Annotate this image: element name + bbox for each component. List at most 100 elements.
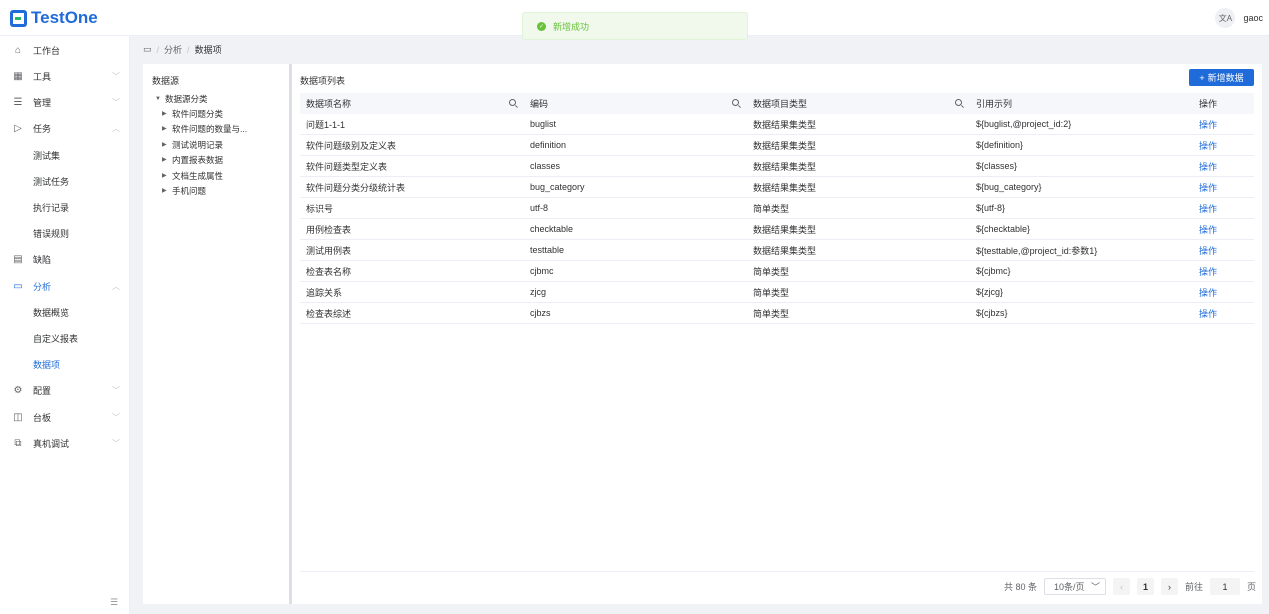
sidebar-item-config[interactable]: ⚙ 配置 ﹀ <box>0 377 130 403</box>
breadcrumb-home-icon[interactable]: ▭ <box>143 44 152 55</box>
table-row: 检查表综述 cjbzs 简单类型 ${cjbzs} 操作 <box>300 303 1254 324</box>
panel-icon: ◫ <box>13 411 23 423</box>
table-row: 软件问题类型定义表 classes 数据结果集类型 ${classes} 操作 <box>300 156 1254 177</box>
sidebar-item-defects[interactable]: ▤ 缺陷 <box>0 246 130 272</box>
operate-link[interactable]: 操作 <box>1199 286 1217 299</box>
sidebar-item-custom-report[interactable]: 自定义报表 <box>0 325 130 351</box>
user-name[interactable]: gaoc <box>1243 13 1263 23</box>
toast-message: 新增成功 <box>553 21 590 32</box>
tree-node[interactable]: ▶ 文档生成属性 <box>162 170 223 181</box>
home-icon: ⌂ <box>14 44 22 56</box>
send-icon: ▷ <box>14 122 22 134</box>
table-row: 追踪关系 zjcg 简单类型 ${zjcg} 操作 <box>300 282 1254 303</box>
row-example: ${cjbzs} <box>976 308 1008 318</box>
page-size-select[interactable]: 10条/页 ﹀ <box>1043 578 1106 595</box>
app-name: TestOne <box>31 8 98 27</box>
search-icon[interactable] <box>955 99 962 106</box>
row-type: 数据结果集类型 <box>753 224 817 235</box>
app-logo[interactable]: TestOne <box>10 8 98 28</box>
row-type: 数据结果集类型 <box>753 119 817 130</box>
search-icon[interactable] <box>509 99 516 106</box>
row-name: 检查表名称 <box>306 266 352 277</box>
column-header-actions: 操作 <box>1199 99 1218 109</box>
sidebar-item-data-items[interactable]: 数据项 <box>0 351 130 377</box>
row-code: classes <box>530 161 561 171</box>
tree-node[interactable]: ▶ 软件问题的数量与... <box>162 123 247 134</box>
table-header: 数据项名称 编码 数据项目类型 引用示列 操作 <box>300 93 1254 114</box>
row-action: 操作 <box>1193 114 1254 134</box>
column-header-name: 数据项名称 <box>300 93 524 114</box>
sidebar-item-panel[interactable]: ◫ 台板 ﹀ <box>0 404 130 430</box>
row-example: ${testtable,@project_id:参数1} <box>976 245 1098 256</box>
operate-link[interactable]: 操作 <box>1199 118 1217 131</box>
next-page-button[interactable]: › <box>1160 578 1178 595</box>
list-title: 数据项列表 <box>300 76 346 86</box>
row-type: 数据结果集类型 <box>753 140 817 151</box>
caret-right-icon: ▶ <box>162 111 167 117</box>
add-data-button[interactable]: + 新增数据 <box>1189 69 1254 86</box>
column-header-code: 编码 <box>524 93 747 114</box>
sidebar-item-test-task[interactable]: 测试任务 <box>0 168 130 194</box>
row-example: ${zjcg} <box>976 287 1004 297</box>
row-name: 软件问题类型定义表 <box>306 161 388 172</box>
row-code: utf-8 <box>530 203 549 213</box>
sidebar-item-task[interactable]: ▷ 任务 ︿ <box>0 115 130 141</box>
row-code: bug_category <box>530 182 585 192</box>
tree-node[interactable]: ▶ 手机问题 <box>162 185 206 196</box>
row-code: testtable <box>530 245 565 255</box>
operate-link[interactable]: 操作 <box>1199 181 1217 194</box>
row-name: 问题1-1-1 <box>306 119 346 130</box>
tree-node[interactable]: ▶ 软件问题分类 <box>162 108 223 119</box>
doc-icon: ▤ <box>13 253 23 265</box>
operate-link[interactable]: 操作 <box>1199 223 1217 236</box>
sidebar-item-error-rules[interactable]: 错误规则 <box>0 220 130 246</box>
tree-node[interactable]: ▶ 内置报表数据 <box>162 154 223 165</box>
header-actions: 文A gaoc <box>1215 8 1263 28</box>
caret-right-icon: ▶ <box>162 188 167 194</box>
table-row: 测试用例表 testtable 数据结果集类型 ${testtable,@projec… <box>300 240 1254 261</box>
sidebar-item-data-overview[interactable]: 数据概览 <box>0 299 130 325</box>
pagination: 共 80 条 10条/页 ﹀ ‹ 1 › 前往 1 页 <box>1004 578 1256 595</box>
table-row: 软件问题级别及定义表 definition 数据结果集类型 ${definition}… <box>300 135 1254 156</box>
table-row: 检查表名称 cjbmc 简单类型 ${cjbmc} 操作 <box>300 261 1254 282</box>
sidebar: ⌂ 工作台 ▦ 工具 ﹀ ☰ 管理 ﹀ ▷ 任务 ︿ 测试集 测试任务 执行记录… <box>0 36 130 614</box>
grid-icon: ▦ <box>13 70 23 82</box>
page-number-current[interactable]: 1 <box>1136 578 1154 595</box>
data-source-panel: 数据源 ▼ 数据源分类 ▶ 软件问题分类 ▶ 软件问题的数量与... ▶ 测试说… <box>143 64 289 604</box>
search-icon[interactable] <box>732 99 739 106</box>
operate-link[interactable]: 操作 <box>1199 244 1217 257</box>
tree-node[interactable]: ▶ 测试说明记录 <box>162 139 223 150</box>
collapse-menu-icon[interactable]: ☰ <box>110 597 118 608</box>
list-icon: ☰ <box>13 96 23 108</box>
chevron-down-icon: ﹀ <box>112 385 120 395</box>
operate-link[interactable]: 操作 <box>1199 202 1217 215</box>
goto-page-input[interactable]: 1 <box>1209 578 1240 595</box>
prev-page-button[interactable]: ‹ <box>1112 578 1130 595</box>
table-row: 问题1-1-1 buglist 数据结果集类型 ${buglist,@project_… <box>300 114 1254 135</box>
row-code: checktable <box>530 224 574 234</box>
row-example: ${checktable} <box>976 224 1031 234</box>
sidebar-item-manage[interactable]: ☰ 管理 ﹀ <box>0 89 130 115</box>
sidebar-item-workbench[interactable]: ⌂ 工作台 <box>0 37 130 63</box>
operate-link[interactable]: 操作 <box>1199 265 1217 278</box>
caret-right-icon: ▶ <box>162 157 167 163</box>
sidebar-item-analysis[interactable]: ▭ 分析 ︿ <box>0 273 130 299</box>
column-header-example: 引用示列 <box>976 99 1013 109</box>
breadcrumb-analysis[interactable]: 分析 <box>164 43 182 56</box>
success-toast: ✓ 新增成功 <box>522 12 748 40</box>
row-code: buglist <box>530 119 557 129</box>
sidebar-item-tools[interactable]: ▦ 工具 ﹀ <box>0 63 130 89</box>
device-icon: ⧉ <box>14 437 22 449</box>
breadcrumb-current: 数据项 <box>194 45 222 55</box>
goto-suffix: 页 <box>1246 582 1256 592</box>
sidebar-item-device-debug[interactable]: ⧉ 真机调试 ﹀ <box>0 430 130 456</box>
row-type: 数据结果集类型 <box>753 245 817 256</box>
row-action: 操作 <box>1193 156 1254 176</box>
operate-link[interactable]: 操作 <box>1199 139 1217 152</box>
translate-icon[interactable]: 文A <box>1215 8 1236 28</box>
sidebar-item-exec-record[interactable]: 执行记录 <box>0 194 130 220</box>
operate-link[interactable]: 操作 <box>1199 160 1217 173</box>
sidebar-item-test-set[interactable]: 测试集 <box>0 142 130 168</box>
tree-node-root[interactable]: ▼ 数据源分类 <box>155 93 208 104</box>
operate-link[interactable]: 操作 <box>1199 307 1217 320</box>
